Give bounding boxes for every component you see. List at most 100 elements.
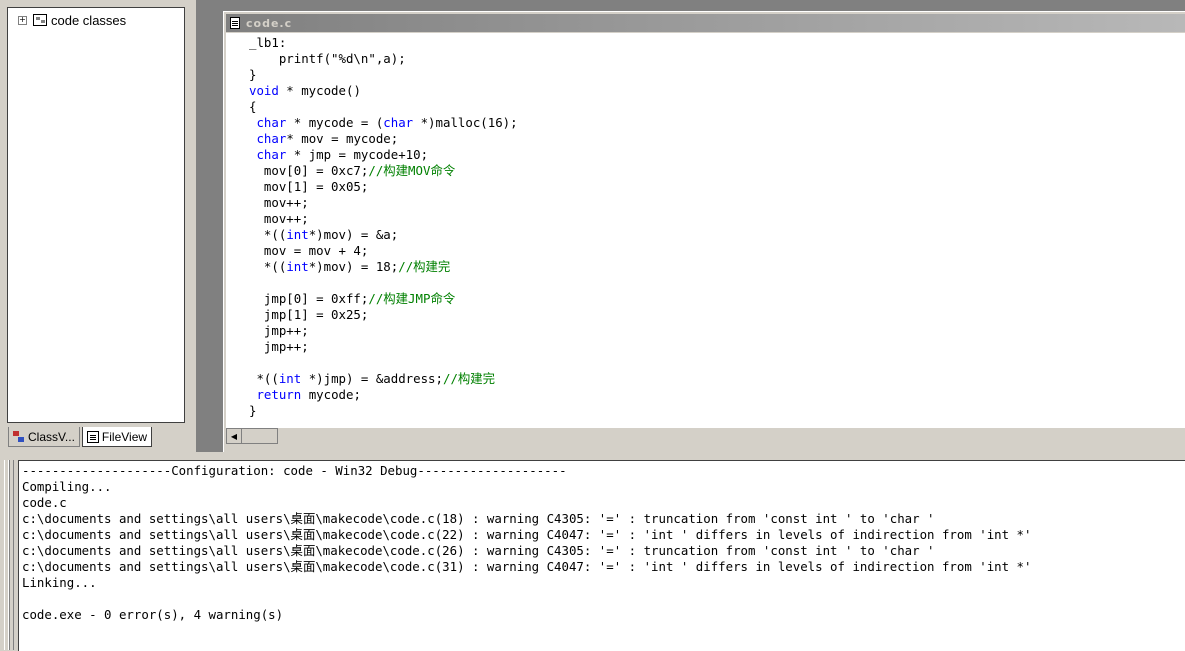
- tab-classview[interactable]: ClassV...: [8, 427, 80, 447]
- code-token: jmp++;: [249, 323, 309, 338]
- code-token: printf("%d\n",a);: [249, 51, 406, 66]
- horizontal-scrollbar[interactable]: ◀: [226, 428, 286, 445]
- code-editor[interactable]: _lb1: printf("%d\n",a);} void * mycode(){…: [226, 33, 1185, 428]
- output-line: code.exe - 0 error(s), 4 warning(s): [22, 607, 284, 622]
- classview-icon: [13, 430, 25, 443]
- code-line: jmp++;: [249, 339, 518, 355]
- code-token: *((: [249, 371, 279, 386]
- code-line: }: [249, 67, 518, 83]
- keyword-token: return: [256, 387, 302, 402]
- output-line: c:\documents and settings\all users\桌面\m…: [22, 527, 1032, 542]
- editor-window: code.c _lb1: printf("%d\n",a);} void * my…: [223, 11, 1185, 452]
- code-line: char * mycode = (char *)malloc(16);: [249, 115, 518, 131]
- code-token: }: [249, 403, 257, 418]
- output-line: c:\documents and settings\all users\桌面\m…: [22, 559, 1032, 574]
- code-line: mov[0] = 0xc7;//构建MOV命令: [249, 163, 518, 179]
- code-line: {: [249, 99, 518, 115]
- comment-token: //构建MOV命令: [368, 163, 456, 178]
- keyword-token: int: [286, 227, 309, 242]
- classes-icon: [33, 14, 47, 26]
- workspace-panel: + code classes ClassV... FileView: [0, 0, 196, 452]
- code-token: jmp[0] = 0xff;: [249, 291, 369, 306]
- code-line: printf("%d\n",a);: [249, 51, 518, 67]
- code-token: *((: [249, 227, 287, 242]
- editor-title-bar[interactable]: code.c: [226, 14, 1185, 32]
- code-line: *((int*)mov) = &a;: [249, 227, 518, 243]
- code-line: *((int *)jmp) = &address;//构建完: [249, 371, 518, 387]
- code-token: jmp[1] = 0x25;: [249, 307, 369, 322]
- fileview-icon: [86, 430, 99, 443]
- code-token: * mycode = (: [286, 115, 384, 130]
- output-line: code.c: [22, 495, 67, 510]
- output-panel: --------------------Configuration: code …: [0, 452, 1185, 651]
- code-line: }: [249, 403, 518, 419]
- tab-label: FileView: [101, 429, 148, 444]
- workspace-tabs: ClassV... FileView: [8, 427, 154, 449]
- keyword-token: char: [256, 115, 287, 130]
- build-output[interactable]: --------------------Configuration: code …: [18, 460, 1185, 651]
- code-token: mov = mov + 4;: [249, 243, 369, 258]
- code-token: * mycode(): [278, 83, 361, 98]
- code-line: jmp[1] = 0x25;: [249, 307, 518, 323]
- comment-token: //构建完: [442, 371, 496, 386]
- code-token: jmp++;: [249, 339, 309, 354]
- output-line: c:\documents and settings\all users\桌面\m…: [22, 511, 935, 526]
- code-line: return mycode;: [249, 387, 518, 403]
- code-token: _lb1:: [249, 35, 287, 50]
- code-line: jmp[0] = 0xff;//构建JMP命令: [249, 291, 518, 307]
- code-line: mov = mov + 4;: [249, 243, 518, 259]
- code-line: mov++;: [249, 211, 518, 227]
- output-line: Compiling...: [22, 479, 112, 494]
- code-token: *)mov) = &a;: [308, 227, 399, 242]
- output-line: c:\documents and settings\all users\桌面\m…: [22, 543, 935, 558]
- code-token: *((: [249, 259, 287, 274]
- code-token: mov[0] = 0xc7;: [249, 163, 369, 178]
- scroll-track[interactable]: [242, 428, 278, 444]
- comment-token: //构建完: [398, 259, 451, 274]
- source-code[interactable]: _lb1: printf("%d\n",a);} void * mycode(){…: [249, 35, 518, 419]
- editor-gutter: [226, 33, 247, 428]
- code-token: * jmp = mycode+10;: [286, 147, 429, 162]
- dock-grip[interactable]: [8, 460, 14, 650]
- code-line: mov++;: [249, 195, 518, 211]
- output-line: --------------------Configuration: code …: [22, 463, 567, 478]
- tree-item-label: code classes: [51, 12, 127, 28]
- code-token: {: [249, 99, 257, 114]
- output-line: Linking...: [22, 575, 97, 590]
- code-token: * mov = mycode;: [286, 131, 399, 146]
- code-token: }: [249, 67, 257, 82]
- tab-label: ClassV...: [28, 429, 75, 444]
- comment-token: //构建JMP命令: [368, 291, 456, 306]
- code-token: *)malloc(16);: [413, 115, 518, 130]
- code-line: char* mov = mycode;: [249, 131, 518, 147]
- document-icon: [230, 17, 240, 29]
- keyword-token: int: [286, 259, 309, 274]
- code-token: mycode;: [301, 387, 361, 402]
- code-line: _lb1:: [249, 35, 518, 51]
- keyword-token: char: [383, 115, 414, 130]
- class-tree[interactable]: + code classes: [7, 7, 185, 423]
- keyword-token: int: [278, 371, 302, 386]
- keyword-token: char: [256, 131, 287, 146]
- scroll-left-icon[interactable]: ◀: [226, 428, 242, 444]
- tree-item-code-classes[interactable]: + code classes: [18, 12, 126, 28]
- code-token: mov++;: [249, 195, 309, 210]
- code-line: jmp++;: [249, 323, 518, 339]
- code-token: mov[1] = 0x05;: [249, 179, 369, 194]
- expand-icon[interactable]: +: [18, 15, 27, 25]
- code-token: *)mov) = 18;: [308, 259, 399, 274]
- code-line: void * mycode(): [249, 83, 518, 99]
- editor-title: code.c: [246, 16, 293, 30]
- code-token: *)jmp) = &address;: [301, 371, 443, 386]
- code-line: char * jmp = mycode+10;: [249, 147, 518, 163]
- vertical-splitter[interactable]: [196, 0, 223, 452]
- keyword-token: void: [249, 83, 279, 98]
- code-line: mov[1] = 0x05;: [249, 179, 518, 195]
- build-output-text: --------------------Configuration: code …: [22, 463, 1031, 623]
- code-token: mov++;: [249, 211, 309, 226]
- tab-fileview[interactable]: FileView: [81, 427, 153, 447]
- keyword-token: char: [256, 147, 287, 162]
- code-line: *((int*)mov) = 18;//构建完: [249, 259, 518, 275]
